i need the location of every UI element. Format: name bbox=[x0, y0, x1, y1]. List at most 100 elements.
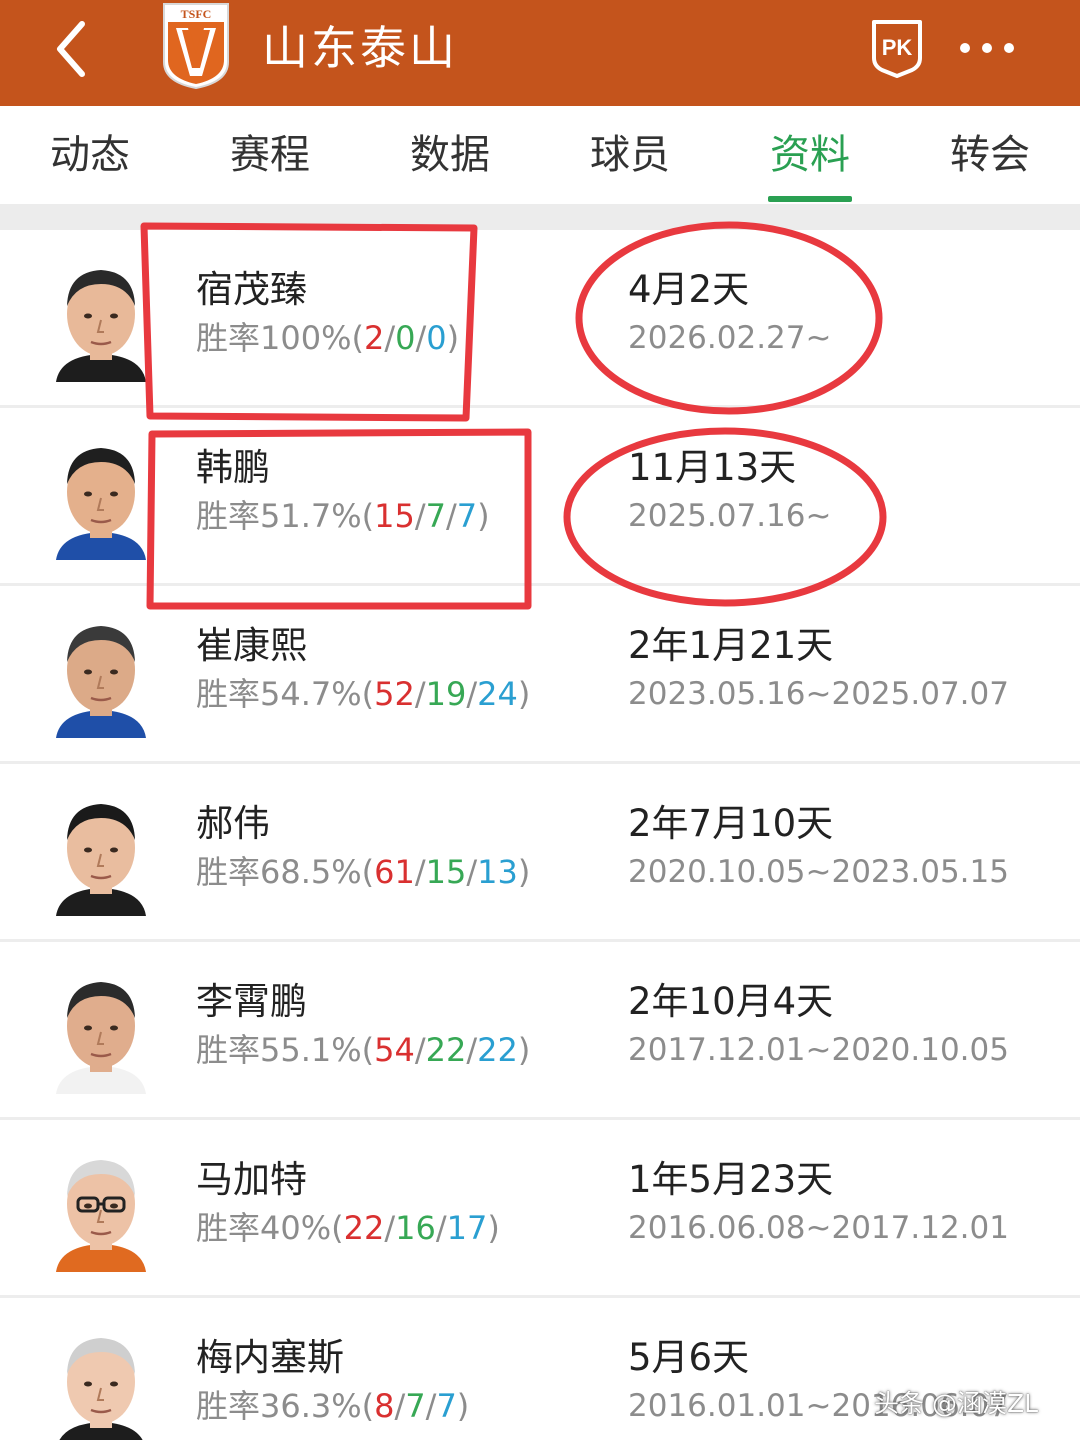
coach-record: 胜率40%(22/16/17) bbox=[196, 1206, 500, 1250]
separator: / bbox=[414, 853, 426, 891]
win-rate: 胜率40%( bbox=[196, 1209, 344, 1247]
tab-label: 资料 bbox=[770, 132, 850, 178]
separator: / bbox=[466, 1031, 478, 1069]
watermark-text: 头条 @涵漠ZL bbox=[874, 1389, 1039, 1418]
coach-avatar bbox=[54, 614, 148, 738]
wins-count: 52 bbox=[374, 675, 415, 713]
coach-name: 李霄鹏 bbox=[196, 980, 307, 1023]
tab-players[interactable]: 球员 bbox=[540, 106, 720, 204]
more-options-icon[interactable] bbox=[954, 30, 1020, 66]
active-tab-indicator bbox=[768, 196, 852, 202]
draws-count: 16 bbox=[395, 1209, 436, 1247]
tenure-duration: 2年10月4天 bbox=[628, 980, 834, 1023]
tab-label: 动态 bbox=[50, 132, 130, 178]
tab-label: 数据 bbox=[410, 132, 490, 178]
tab-label: 转会 bbox=[950, 132, 1030, 178]
coach-name: 梅内塞斯 bbox=[196, 1336, 344, 1379]
separator: / bbox=[414, 497, 426, 535]
coach-history-list: 宿茂臻 胜率100%(2/0/0) 4月2天 2026.02.27~ 韩鹏 胜率51.7%… bbox=[0, 230, 1080, 1440]
win-rate: 胜率51.7%( bbox=[196, 497, 375, 535]
record-close: ) bbox=[477, 497, 490, 535]
pk-label: PK bbox=[882, 35, 913, 60]
tenure-period: 2020.10.05~2023.05.15 bbox=[628, 854, 1009, 890]
draws-count: 22 bbox=[425, 1031, 467, 1069]
tab-data[interactable]: 数据 bbox=[360, 106, 540, 204]
coach-row[interactable]: 宿茂臻 胜率100%(2/0/0) 4月2天 2026.02.27~ bbox=[0, 230, 1080, 408]
logo-text: TSFC bbox=[181, 7, 212, 21]
draws-count: 0 bbox=[395, 319, 416, 357]
tenure-period: 2025.07.16~ bbox=[628, 498, 832, 534]
record-close: ) bbox=[456, 1387, 470, 1425]
win-rate: 胜率55.1%( bbox=[196, 1031, 375, 1069]
coach-record: 胜率36.3%(8/7/7) bbox=[196, 1384, 469, 1428]
separator: / bbox=[466, 675, 478, 713]
wins-count: 8 bbox=[374, 1387, 395, 1425]
tenure-duration: 2年1月21天 bbox=[628, 624, 834, 667]
losses-count: 13 bbox=[477, 853, 518, 891]
record-close: ) bbox=[517, 853, 531, 891]
losses-count: 24 bbox=[477, 675, 518, 713]
coach-record: 胜率54.7%(52/19/24) bbox=[196, 672, 530, 716]
tenure-duration: 4月2天 bbox=[628, 268, 750, 311]
pk-compare-button[interactable]: PK bbox=[870, 18, 924, 78]
tab-label: 赛程 bbox=[230, 132, 310, 178]
tab-dynamics[interactable]: 动态 bbox=[0, 106, 180, 204]
separator: / bbox=[394, 1387, 406, 1425]
record-close: ) bbox=[517, 675, 531, 713]
tab-schedule[interactable]: 赛程 bbox=[180, 106, 360, 204]
app-header: TSFC 山东泰山 PK bbox=[0, 0, 1080, 106]
wins-count: 15 bbox=[374, 497, 415, 535]
coach-record: 胜率55.1%(54/22/22) bbox=[196, 1028, 530, 1072]
win-rate: 胜率100%( bbox=[196, 319, 364, 357]
coach-avatar bbox=[54, 258, 148, 382]
wins-count: 2 bbox=[363, 319, 385, 357]
draws-count: 19 bbox=[425, 675, 467, 713]
tab-label: 球员 bbox=[590, 132, 670, 178]
team-name-title: 山东泰山 bbox=[262, 21, 458, 75]
separator: / bbox=[384, 319, 396, 357]
separator: / bbox=[415, 319, 427, 357]
tabs-divider bbox=[0, 204, 1080, 230]
coach-avatar bbox=[54, 436, 148, 560]
tenure-duration: 2年7月10天 bbox=[628, 802, 834, 845]
tab-transfers[interactable]: 转会 bbox=[900, 106, 1080, 204]
back-arrow-icon[interactable] bbox=[40, 14, 110, 84]
record-close: ) bbox=[517, 1031, 531, 1069]
tenure-duration: 11月13天 bbox=[628, 446, 797, 489]
separator: / bbox=[414, 1031, 426, 1069]
tenure-period: 2017.12.01~2020.10.05 bbox=[628, 1032, 1009, 1068]
draws-count: 15 bbox=[425, 853, 467, 891]
record-close: ) bbox=[487, 1209, 500, 1247]
separator: / bbox=[384, 1209, 396, 1247]
wins-count: 54 bbox=[374, 1031, 415, 1069]
coach-row[interactable]: 郝伟 胜率68.5%(61/15/13) 2年7月10天 2020.10.05~202… bbox=[0, 764, 1080, 942]
separator: / bbox=[425, 1387, 437, 1425]
coach-row[interactable]: 崔康熙 胜率54.7%(52/19/24) 2年1月21天 2023.05.16~20… bbox=[0, 586, 1080, 764]
coach-name: 宿茂臻 bbox=[196, 268, 307, 311]
tenure-period: 2023.05.16~2025.07.07 bbox=[628, 676, 1009, 712]
coach-avatar bbox=[54, 792, 148, 916]
coach-record: 胜率100%(2/0/0) bbox=[196, 316, 459, 360]
coach-record: 胜率68.5%(61/15/13) bbox=[196, 850, 530, 894]
separator: / bbox=[435, 1209, 447, 1247]
tenure-duration: 1年5月23天 bbox=[628, 1158, 834, 1201]
tenure-period: 2016.06.08~2017.12.01 bbox=[628, 1210, 1009, 1246]
coach-name: 韩鹏 bbox=[196, 446, 270, 489]
separator: / bbox=[414, 675, 426, 713]
win-rate: 胜率54.7%( bbox=[196, 675, 375, 713]
losses-count: 17 bbox=[446, 1209, 488, 1247]
coach-name: 郝伟 bbox=[196, 802, 270, 845]
coach-row[interactable]: 马加特 胜率40%(22/16/17) 1年5月23天 2016.06.08~2017… bbox=[0, 1120, 1080, 1298]
coach-row[interactable]: 李霄鹏胜率55.1%(54/22/22) 2年10月4天 2017.12.01~20… bbox=[0, 942, 1080, 1120]
tenure-period: 2026.02.27~ bbox=[628, 320, 832, 356]
coach-record: 胜率51.7%(15/7/7) bbox=[196, 494, 490, 538]
losses-count: 0 bbox=[426, 319, 447, 357]
coach-avatar bbox=[54, 970, 148, 1094]
win-rate: 胜率36.3%( bbox=[196, 1387, 375, 1425]
record-close: ) bbox=[446, 319, 460, 357]
wins-count: 22 bbox=[343, 1209, 385, 1247]
coach-avatar bbox=[54, 1326, 148, 1440]
coach-row[interactable]: 韩鹏胜率51.7%(15/7/7) 11月13天 2025.07.16~ bbox=[0, 408, 1080, 586]
tab-info[interactable]: 资料 bbox=[720, 106, 900, 204]
team-logo: TSFC bbox=[162, 2, 230, 90]
